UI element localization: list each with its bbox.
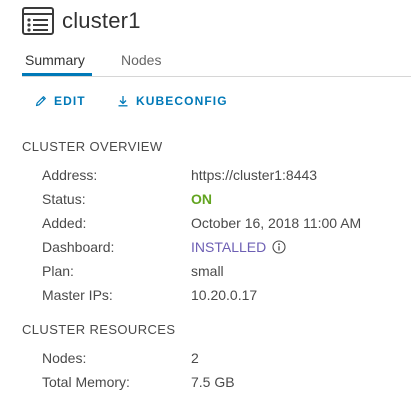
dashboard-value-container: INSTALLED [191,239,286,255]
cluster-overview-heading: CLUSTER OVERVIEW [22,139,163,154]
pencil-icon [35,96,46,107]
dashboard-label: Dashboard: [42,239,115,255]
edit-button[interactable]: EDIT [35,93,86,109]
master-ips-value: 10.20.0.17 [191,287,258,303]
tab-nodes[interactable]: Nodes [121,52,161,68]
address-row: Address: https://cluster1:8443 [42,167,402,185]
added-label: Added: [42,215,87,231]
tab-bar: Summary Nodes [22,44,411,77]
download-icon [118,96,128,107]
status-label: Status: [42,191,86,207]
address-value: https://cluster1:8443 [191,167,318,183]
dashboard-value: INSTALLED [191,239,267,255]
status-row: Status: ON [42,191,402,209]
plan-value: small [191,263,224,279]
info-icon[interactable] [272,240,286,254]
page-header: cluster1 [22,6,141,36]
tab-summary[interactable]: Summary [25,52,85,68]
nodes-value: 2 [191,350,199,366]
cluster-list-icon [22,7,54,35]
kubeconfig-button-label: KUBECONFIG [136,94,228,108]
nodes-label: Nodes: [42,350,87,366]
edit-button-label: EDIT [54,94,86,108]
total-memory-label: Total Memory: [42,374,130,390]
status-value: ON [191,191,212,207]
total-memory-row: Total Memory: 7.5 GB [42,374,402,392]
plan-row: Plan: small [42,263,402,281]
page-title: cluster1 [62,8,141,33]
total-memory-value: 7.5 GB [191,374,235,390]
master-ips-label: Master IPs: [42,287,113,303]
dashboard-row: Dashboard: INSTALLED [42,239,402,257]
kubeconfig-button[interactable]: KUBECONFIG [117,93,228,109]
added-value: October 16, 2018 11:00 AM [191,215,362,231]
added-row: Added: October 16, 2018 11:00 AM [42,215,402,233]
cluster-resources-heading: CLUSTER RESOURCES [22,322,176,337]
active-tab-indicator [22,73,92,76]
plan-label: Plan: [42,263,74,279]
address-label: Address: [42,167,98,183]
master-ips-row: Master IPs: 10.20.0.17 [42,287,402,305]
nodes-row: Nodes: 2 [42,350,402,368]
